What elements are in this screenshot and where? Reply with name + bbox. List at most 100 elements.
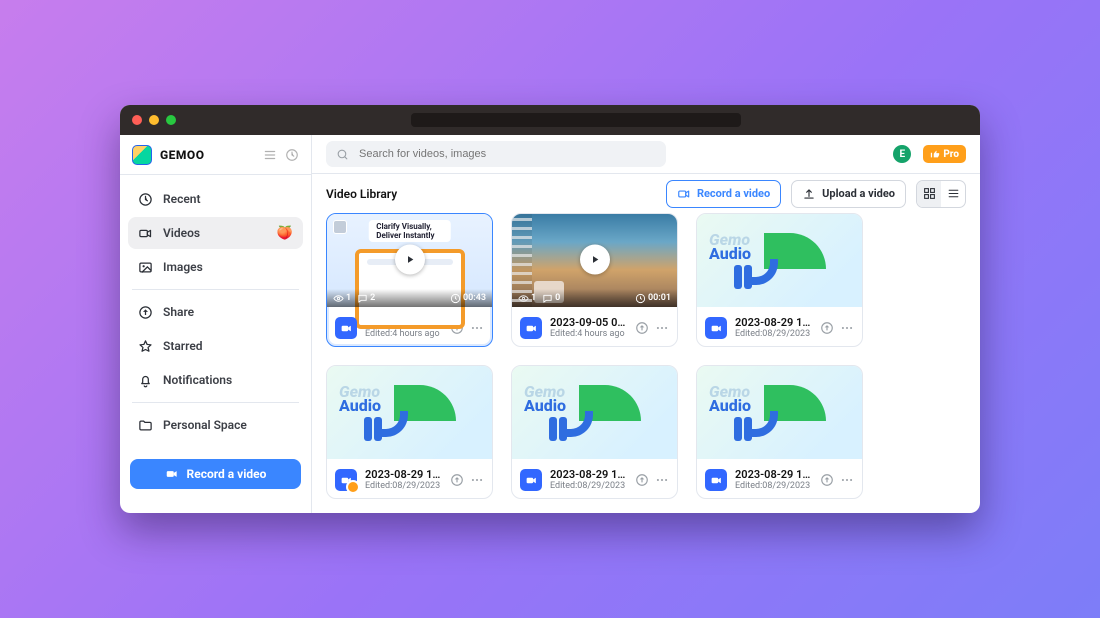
eye-icon	[333, 293, 344, 304]
video-card[interactable]: GemoAudio 2023-08-29 12:26:… Edited:08/2…	[696, 365, 863, 499]
video-card[interactable]: Clarify Visually, Deliver Instantly 1 2 …	[326, 213, 493, 347]
video-subtitle: Edited:08/29/2023	[550, 481, 627, 492]
sidebar-item-recent[interactable]: Recent	[128, 183, 303, 215]
maximize-dot[interactable]	[166, 115, 176, 125]
more-action[interactable]	[655, 473, 669, 487]
close-dot[interactable]	[132, 115, 142, 125]
camcorder-icon	[165, 467, 179, 481]
pro-badge-label: Pro	[943, 149, 959, 160]
video-title: 2023-09-05 09:24…	[550, 316, 627, 329]
record-button-main[interactable]: Record a video	[666, 180, 781, 208]
sidebar-item-label: Share	[163, 305, 194, 319]
comments-count: 0	[555, 293, 560, 303]
history-icon[interactable]	[285, 148, 299, 162]
more-action[interactable]	[840, 473, 854, 487]
more-action[interactable]	[470, 473, 484, 487]
sidebar-item-starred[interactable]: Starred	[128, 330, 303, 362]
more-action[interactable]	[655, 321, 669, 335]
image-icon	[138, 260, 153, 275]
view-toggle	[916, 180, 966, 208]
camcorder-icon	[138, 226, 153, 241]
menu-icon[interactable]	[263, 148, 277, 162]
link-icon	[635, 321, 649, 335]
audio-art: GemoAudio	[734, 385, 826, 441]
page-title: Video Library	[326, 187, 397, 201]
video-type-icon	[520, 317, 542, 339]
share-icon	[138, 305, 153, 320]
pro-badge[interactable]: Pro	[923, 145, 966, 163]
dots-icon	[655, 321, 669, 335]
dots-icon	[470, 321, 484, 335]
link-icon	[820, 321, 834, 335]
star-icon	[138, 339, 153, 354]
videoSolid-icon	[340, 474, 353, 487]
toolbar: E Pro	[312, 135, 980, 174]
video-subtitle: Edited:4 hours ago	[550, 329, 627, 340]
thumbnail[interactable]: GemoAudio	[327, 366, 492, 459]
card-meta: 2023-08-29 12:26:… Edited:08/29/2023	[697, 459, 862, 499]
video-card[interactable]: GemoAudio 2023-08-29 12:29… Edited:08/29…	[511, 365, 678, 499]
sidebar-item-share[interactable]: Share	[128, 296, 303, 328]
video-title: 2023-08-29 12:26:…	[735, 468, 812, 481]
thumbnail[interactable]: GemoAudio	[697, 366, 862, 459]
sidebar-header: GEMOO	[120, 135, 311, 175]
bell-icon	[138, 373, 153, 388]
thumb-overlay: 1 2 00:43	[327, 289, 492, 307]
sidebar-item-label: Images	[163, 260, 203, 274]
thumbnail[interactable]: Clarify Visually, Deliver Instantly 1 2 …	[327, 214, 492, 307]
search-input-wrap[interactable]	[326, 141, 666, 167]
minimize-dot[interactable]	[149, 115, 159, 125]
video-type-icon	[335, 469, 357, 491]
thumbnail[interactable]: 1 0 00:01	[512, 214, 677, 307]
share-action[interactable]	[820, 321, 834, 335]
record-button-sidebar[interactable]: Record a video	[130, 459, 301, 489]
thumb-up-icon	[930, 149, 940, 159]
search-input[interactable]	[357, 147, 656, 161]
audio-art: GemoAudio	[549, 385, 641, 441]
more-action[interactable]	[840, 321, 854, 335]
video-card[interactable]: GemoAudio 2023-08-29 12:29:… Edited:08/2…	[326, 365, 493, 499]
link-icon	[635, 473, 649, 487]
videoSolid-icon	[710, 322, 723, 335]
upload-button[interactable]: Upload a video	[791, 180, 906, 208]
share-action[interactable]	[820, 473, 834, 487]
video-grid: Clarify Visually, Deliver Instantly 1 2 …	[312, 213, 980, 513]
thumbnail[interactable]: GemoAudio	[697, 214, 862, 307]
video-subtitle: Edited:08/29/2023	[735, 481, 812, 492]
share-action[interactable]	[450, 473, 464, 487]
share-action[interactable]	[635, 473, 649, 487]
video-title: 2023-08-29 12:29:…	[735, 316, 812, 329]
subheader: Video Library Record a video Upload a vi…	[312, 174, 980, 213]
sidebar-item-label: Notifications	[163, 373, 232, 387]
list-view-button[interactable]	[941, 181, 965, 207]
video-type-icon	[520, 469, 542, 491]
eye-icon	[518, 293, 529, 304]
video-subtitle: Edited:08/29/2023	[365, 481, 442, 492]
sidebar-item-notifications[interactable]: Notifications	[128, 364, 303, 396]
dots-icon	[840, 473, 854, 487]
list-icon	[947, 187, 960, 200]
sidebar-item-personal-space[interactable]: Personal Space	[128, 409, 303, 441]
select-checkbox[interactable]	[333, 220, 347, 234]
videoSolid-icon	[525, 474, 538, 487]
video-card[interactable]: 1 0 00:01 2023-09-05 09:24… Edited:4 hou…	[511, 213, 678, 347]
sidebar-item-videos[interactable]: Videos 🍑	[128, 217, 303, 249]
dots-icon	[840, 321, 854, 335]
video-card[interactable]: GemoAudio 2023-08-29 12:29:… Edited:08/2…	[696, 213, 863, 347]
grid-view-button[interactable]	[917, 181, 941, 207]
search-icon	[336, 148, 349, 161]
video-subtitle: Edited:08/29/2023	[735, 329, 812, 340]
address-bar[interactable]	[411, 113, 741, 127]
thumbnail[interactable]: GemoAudio	[512, 366, 677, 459]
dots-icon	[655, 473, 669, 487]
views-count: 1	[531, 293, 536, 303]
play-button[interactable]	[580, 244, 610, 274]
sidebar-item-images[interactable]: Images	[128, 251, 303, 283]
play-icon	[587, 251, 603, 267]
sidebar-item-label: Recent	[163, 192, 201, 206]
camcorder-icon	[677, 187, 691, 201]
more-action[interactable]	[470, 321, 484, 335]
share-action[interactable]	[635, 321, 649, 335]
avatar[interactable]: E	[893, 145, 911, 163]
play-button[interactable]	[395, 244, 425, 274]
